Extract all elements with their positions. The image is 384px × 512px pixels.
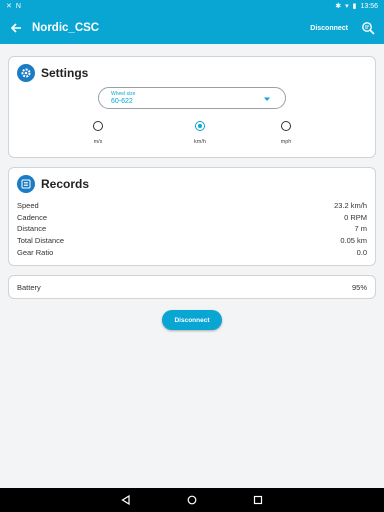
- records-header: Records: [9, 168, 375, 200]
- nav-home-icon: [187, 495, 197, 505]
- battery-label: Battery: [17, 282, 41, 292]
- record-value: 0.05 km: [340, 236, 367, 246]
- nfc-icon: N: [15, 2, 21, 10]
- unit-label: m/s: [93, 139, 103, 145]
- radio-circle-selected: [195, 121, 205, 131]
- status-bar: ✕ N ✱ ▾ ▮ 13:56: [0, 0, 384, 12]
- nav-back-button[interactable]: [119, 493, 133, 507]
- back-arrow-icon: [10, 23, 21, 33]
- navigation-bar: [0, 488, 384, 512]
- wheel-size-value: 60-622: [111, 98, 133, 105]
- nav-back-icon: [121, 495, 130, 505]
- scan-button[interactable]: [360, 20, 376, 36]
- nav-recents-icon: [253, 495, 263, 505]
- records-icon: [17, 175, 35, 193]
- back-button[interactable]: [2, 12, 30, 44]
- settings-card: Settings Wheel size 60-622 m/s km/h mph: [8, 56, 376, 158]
- unit-label: km/h: [194, 139, 206, 145]
- nav-recents-button[interactable]: [251, 493, 265, 507]
- gear-icon: [17, 64, 35, 82]
- disconnect-button[interactable]: Disconnect: [162, 310, 222, 330]
- status-time: 13:56: [360, 2, 378, 10]
- record-label: Distance: [17, 224, 47, 234]
- records-title: Records: [41, 177, 90, 191]
- record-row-cadence: Cadence 0 RPM: [17, 212, 367, 224]
- unit-radio-kmh[interactable]: km/h: [180, 121, 220, 145]
- record-row-distance: Distance 7 m: [17, 223, 367, 235]
- app-bar: Nordic_CSC Disconnect: [0, 12, 384, 44]
- battery-icon: ▮: [352, 3, 357, 10]
- nav-home-button[interactable]: [185, 493, 199, 507]
- record-label: Gear Ratio: [17, 247, 54, 257]
- record-label: Cadence: [17, 212, 48, 222]
- record-value: 0.0: [356, 247, 367, 257]
- radio-circle: [281, 121, 291, 131]
- wifi-icon: ▾: [345, 3, 349, 10]
- unit-radio-ms[interactable]: m/s: [78, 121, 118, 145]
- record-value: 0 RPM: [344, 212, 367, 222]
- disconnect-action[interactable]: Disconnect: [310, 25, 348, 32]
- speed-unit-group: m/s km/h mph: [9, 121, 377, 151]
- unit-label: mph: [280, 139, 292, 145]
- record-row-speed: Speed 23.2 km/h: [17, 200, 367, 212]
- page-title: Nordic_CSC: [32, 22, 100, 34]
- record-value: 7 m: [354, 224, 367, 234]
- battery-card: Battery 95%: [8, 275, 376, 299]
- records-list: Speed 23.2 km/h Cadence 0 RPM Distance 7 m …: [9, 200, 375, 258]
- tools-icon: ✕: [6, 3, 12, 10]
- battery-row: Battery 95%: [9, 276, 375, 298]
- search-icon: [362, 22, 375, 35]
- record-row-gear-ratio: Gear Ratio 0.0: [17, 246, 367, 258]
- dropdown-arrow-icon: [264, 97, 270, 101]
- settings-title: Settings: [41, 66, 89, 80]
- unit-radio-mph[interactable]: mph: [266, 121, 306, 145]
- wheel-size-select[interactable]: Wheel size 60-622: [98, 87, 286, 109]
- radio-circle: [93, 121, 103, 131]
- wheel-size-label: Wheel size: [111, 91, 136, 97]
- battery-value: 95%: [351, 282, 367, 292]
- record-row-total-distance: Total Distance 0.05 km: [17, 235, 367, 247]
- record-value: 23.2 km/h: [334, 201, 367, 211]
- record-label: Speed: [17, 201, 39, 211]
- settings-header: Settings: [9, 57, 375, 89]
- bluetooth-icon: ✱: [335, 3, 342, 10]
- records-card: Records Speed 23.2 km/h Cadence 0 RPM Dist…: [8, 167, 376, 266]
- record-label: Total Distance: [17, 236, 65, 246]
